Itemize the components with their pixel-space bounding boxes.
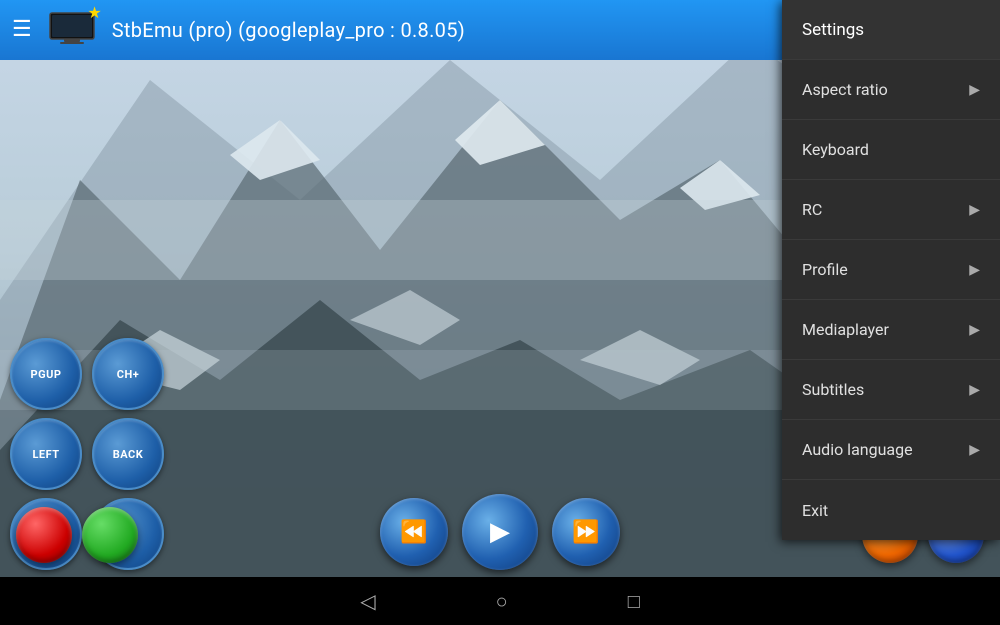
menu-item-keyboard[interactable]: Keyboard — [782, 120, 1000, 180]
controls-row-2: LEFT BACK — [10, 418, 164, 490]
menu-item-profile[interactable]: Profile ▶ — [782, 240, 1000, 300]
menu-item-subtitles-label: Subtitles — [802, 380, 864, 399]
recent-nav-icon[interactable]: □ — [628, 589, 640, 614]
dropdown-menu: Settings Aspect ratio ▶ Keyboard RC ▶ Pr… — [782, 0, 1000, 540]
back-nav-icon[interactable]: ◁ — [360, 589, 375, 613]
mediaplayer-arrow: ▶ — [969, 322, 980, 338]
rewind-button[interactable]: ⏪ — [380, 498, 448, 566]
home-nav-icon[interactable]: ○ — [496, 589, 508, 614]
menu-item-rc-label: RC — [802, 200, 822, 219]
menu-item-subtitles[interactable]: Subtitles ▶ — [782, 360, 1000, 420]
chplus-button[interactable]: CH+ — [92, 338, 164, 410]
menu-item-profile-label: Profile — [802, 260, 848, 279]
app-title: StbEmu (pro) (googleplay_pro : 0.8.05) — [112, 18, 465, 42]
profile-arrow: ▶ — [969, 262, 980, 278]
nav-bar: ◁ ○ □ — [0, 577, 1000, 625]
menu-icon[interactable]: ☰ — [12, 19, 32, 41]
star-badge: ★ — [87, 3, 101, 22]
audio-language-arrow: ▶ — [969, 442, 980, 458]
pgup-button[interactable]: PGUP — [10, 338, 82, 410]
menu-item-settings-label: Settings — [802, 20, 864, 40]
menu-item-aspect-ratio[interactable]: Aspect ratio ▶ — [782, 60, 1000, 120]
rc-arrow: ▶ — [969, 202, 980, 218]
menu-item-keyboard-label: Keyboard — [802, 140, 869, 159]
menu-item-mediaplayer-label: Mediaplayer — [802, 320, 889, 339]
left-button[interactable]: LEFT — [10, 418, 82, 490]
menu-item-exit[interactable]: Exit — [782, 480, 1000, 540]
fastforward-button[interactable]: ⏩ — [552, 498, 620, 566]
controls-row-1: PGUP CH+ — [10, 338, 164, 410]
menu-item-rc[interactable]: RC ▶ — [782, 180, 1000, 240]
menu-item-audio-language[interactable]: Audio language ▶ — [782, 420, 1000, 480]
menu-item-settings[interactable]: Settings — [782, 0, 1000, 60]
tv-icon-container: ★ — [46, 9, 98, 51]
play-button[interactable]: ▶ — [462, 494, 538, 570]
subtitles-arrow: ▶ — [969, 382, 980, 398]
back-button[interactable]: BACK — [92, 418, 164, 490]
menu-item-audio-language-label: Audio language — [802, 440, 913, 459]
menu-item-aspect-ratio-label: Aspect ratio — [802, 80, 888, 99]
menu-item-exit-label: Exit — [802, 501, 828, 520]
menu-item-mediaplayer[interactable]: Mediaplayer ▶ — [782, 300, 1000, 360]
aspect-ratio-arrow: ▶ — [969, 82, 980, 98]
